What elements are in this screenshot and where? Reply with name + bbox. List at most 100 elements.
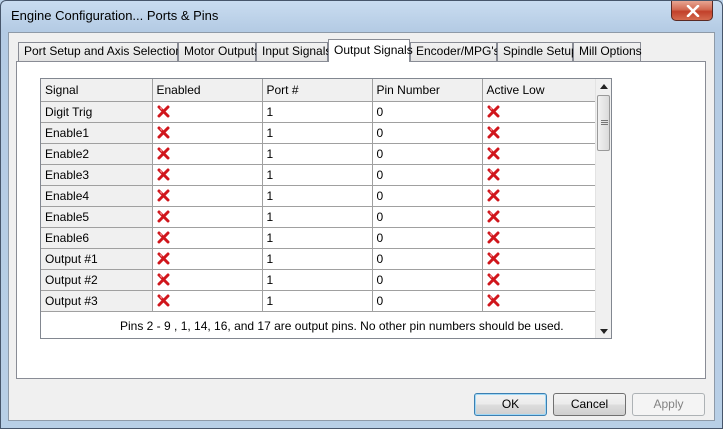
pin-number-cell[interactable]: 0 xyxy=(372,185,483,207)
enabled-cell[interactable] xyxy=(152,185,263,207)
red-x-icon xyxy=(487,147,500,161)
close-icon xyxy=(686,5,700,17)
tab-mill-options[interactable]: Mill Options xyxy=(573,42,642,61)
active-low-cell[interactable] xyxy=(482,269,596,291)
enabled-cell[interactable] xyxy=(152,143,263,165)
enabled-cell[interactable] xyxy=(152,206,263,228)
active-low-cell[interactable] xyxy=(482,185,596,207)
port-cell[interactable]: 1 xyxy=(262,164,373,186)
pin-number-cell[interactable]: 0 xyxy=(372,143,483,165)
table-row[interactable]: Digit Trig 1 0 xyxy=(41,101,596,123)
signal-cell[interactable]: Output #2 xyxy=(41,269,153,291)
port-cell[interactable]: 1 xyxy=(262,290,373,312)
signal-cell[interactable]: Enable1 xyxy=(41,122,153,144)
red-x-icon xyxy=(487,294,500,308)
port-cell[interactable]: 1 xyxy=(262,143,373,165)
pin-number-cell[interactable]: 0 xyxy=(372,101,483,123)
red-x-icon xyxy=(487,210,500,224)
active-low-cell[interactable] xyxy=(482,206,596,228)
scroll-up-arrow-icon[interactable] xyxy=(600,84,608,89)
vertical-scrollbar[interactable] xyxy=(595,79,611,338)
column-header-active-low[interactable]: Active Low xyxy=(482,79,596,102)
port-cell[interactable]: 1 xyxy=(262,206,373,228)
table-row[interactable]: Output #2 1 0 xyxy=(41,269,596,291)
enabled-cell[interactable] xyxy=(152,101,263,123)
signal-cell[interactable]: Digit Trig xyxy=(41,101,153,123)
active-low-cell[interactable] xyxy=(482,122,596,144)
port-cell[interactable]: 1 xyxy=(262,185,373,207)
red-x-icon xyxy=(157,168,170,182)
signal-cell[interactable]: Output #1 xyxy=(41,248,153,270)
enabled-cell[interactable] xyxy=(152,227,263,249)
scroll-down-arrow-icon[interactable] xyxy=(600,329,608,334)
header-row: Signal Enabled Port # Pin Number Active … xyxy=(41,79,596,102)
table-row[interactable]: Enable6 1 0 xyxy=(41,227,596,249)
table-row[interactable]: Output #3 1 0 xyxy=(41,290,596,312)
pin-number-cell[interactable]: 0 xyxy=(372,248,483,270)
column-header-enabled[interactable]: Enabled xyxy=(152,79,263,102)
title-bar[interactable]: Engine Configuration... Ports & Pins xyxy=(1,1,722,31)
active-low-cell[interactable] xyxy=(482,164,596,186)
output-signals-grid[interactable]: Signal Enabled Port # Pin Number Active … xyxy=(40,78,612,339)
red-x-icon xyxy=(157,147,170,161)
close-button[interactable] xyxy=(671,1,713,21)
port-cell[interactable]: 1 xyxy=(262,227,373,249)
port-cell[interactable]: 1 xyxy=(262,101,373,123)
apply-button[interactable]: Apply xyxy=(632,393,705,416)
signal-cell[interactable]: Enable6 xyxy=(41,227,153,249)
tab-motor-outputs[interactable]: Motor Outputs xyxy=(178,42,260,61)
pin-number-cell[interactable]: 0 xyxy=(372,290,483,312)
window-title: Engine Configuration... Ports & Pins xyxy=(11,8,219,23)
pin-number-cell[interactable]: 0 xyxy=(372,164,483,186)
signal-cell[interactable]: Enable3 xyxy=(41,164,153,186)
signals-table: Signal Enabled Port # Pin Number Active … xyxy=(41,79,596,312)
cancel-button[interactable]: Cancel xyxy=(553,393,626,416)
red-x-icon xyxy=(157,231,170,245)
column-header-pin-number[interactable]: Pin Number xyxy=(372,79,483,102)
signal-cell[interactable]: Enable5 xyxy=(41,206,153,228)
signal-cell[interactable]: Output #3 xyxy=(41,290,153,312)
signal-cell[interactable]: Enable4 xyxy=(41,185,153,207)
active-low-cell[interactable] xyxy=(482,290,596,312)
red-x-icon xyxy=(487,252,500,266)
active-low-cell[interactable] xyxy=(482,248,596,270)
table-row[interactable]: Enable3 1 0 xyxy=(41,164,596,186)
port-cell[interactable]: 1 xyxy=(262,269,373,291)
red-x-icon xyxy=(487,105,500,119)
table-row[interactable]: Enable1 1 0 xyxy=(41,122,596,144)
signal-cell[interactable]: Enable2 xyxy=(41,143,153,165)
enabled-cell[interactable] xyxy=(152,269,263,291)
tab-port-setup[interactable]: Port Setup and Axis Selection xyxy=(18,42,182,61)
active-low-cell[interactable] xyxy=(482,227,596,249)
pin-number-cell[interactable]: 0 xyxy=(372,122,483,144)
port-cell[interactable]: 1 xyxy=(262,122,373,144)
enabled-cell[interactable] xyxy=(152,122,263,144)
active-low-cell[interactable] xyxy=(482,143,596,165)
tab-output-signals[interactable]: Output Signals xyxy=(328,39,413,62)
enabled-cell[interactable] xyxy=(152,164,263,186)
red-x-icon xyxy=(157,126,170,140)
red-x-icon xyxy=(487,231,500,245)
grip-icon xyxy=(601,120,608,125)
table-row[interactable]: Output #1 1 0 xyxy=(41,248,596,270)
table-row[interactable]: Enable4 1 0 xyxy=(41,185,596,207)
enabled-cell[interactable] xyxy=(152,248,263,270)
table-row[interactable]: Enable5 1 0 xyxy=(41,206,596,228)
ok-button[interactable]: OK xyxy=(474,393,547,416)
pin-number-cell[interactable]: 0 xyxy=(372,206,483,228)
pin-number-cell[interactable]: 0 xyxy=(372,269,483,291)
enabled-cell[interactable] xyxy=(152,290,263,312)
pin-number-cell[interactable]: 0 xyxy=(372,227,483,249)
column-header-port[interactable]: Port # xyxy=(262,79,373,102)
table-row[interactable]: Enable2 1 0 xyxy=(41,143,596,165)
tab-input-signals[interactable]: Input Signals xyxy=(256,42,331,61)
tab-encoder-mpgs[interactable]: Encoder/MPG's xyxy=(410,42,500,61)
dialog-window: Engine Configuration... Ports & Pins Por… xyxy=(0,0,723,429)
active-low-cell[interactable] xyxy=(482,101,596,123)
scrollbar-thumb[interactable] xyxy=(597,95,610,151)
pins-info-note: Pins 2 - 9 , 1, 14, 16, and 17 are outpu… xyxy=(120,319,564,333)
port-cell[interactable]: 1 xyxy=(262,248,373,270)
red-x-icon xyxy=(487,189,500,203)
column-header-signal[interactable]: Signal xyxy=(41,79,153,102)
tab-spindle-setup[interactable]: Spindle Setup xyxy=(497,42,578,61)
